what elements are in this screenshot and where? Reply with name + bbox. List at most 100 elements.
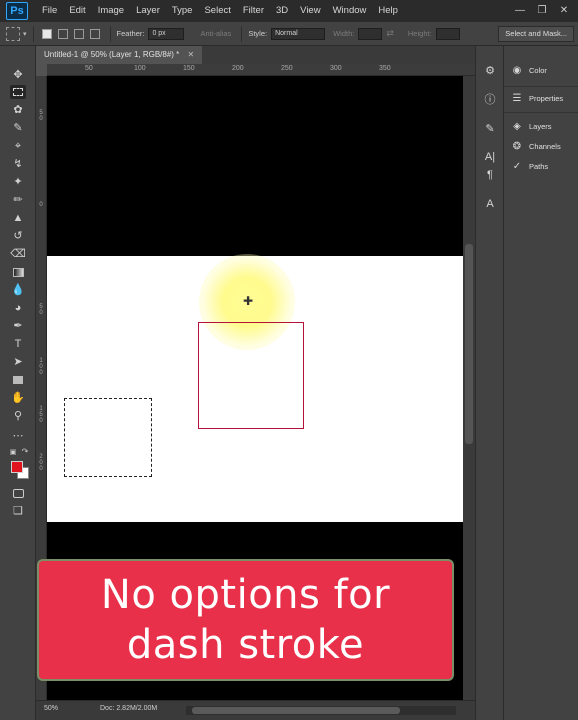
blur-tool-icon[interactable]: 💧 [10,283,26,297]
tools-panel: ✥ ✿ ✎ ⌖ ↯ ✦ ✏ ▲ ↺ ⌫ 💧 ◕ ✒ T ➤ ✋ ⚲ ⋯ ▣ ↷ … [0,46,36,720]
properties-panel-tab[interactable]: ☰ Properties [510,90,564,106]
quick-mask-icon[interactable] [10,486,26,500]
brush-presets-icon[interactable]: ✎ [482,120,498,136]
new-selection-icon[interactable] [41,28,52,39]
height-input[interactable] [435,27,460,40]
horizontal-scrollbar[interactable] [186,706,456,715]
channels-panel-tab[interactable]: ❂ Channels [510,138,561,154]
menu-file[interactable]: File [36,0,63,22]
paths-panel-label: Paths [529,161,549,171]
marquee-preset-icon[interactable] [6,26,20,41]
quick-selection-icon[interactable]: ✎ [10,121,26,135]
zoom-level-field[interactable]: 50% [44,705,58,712]
history-panel-icon[interactable]: ⚙ [482,62,498,78]
document-tab[interactable]: Untitled-1 @ 50% (Layer 1, RGB/8#) * ✕ [36,46,203,64]
feather-input[interactable]: 0 px [148,27,185,40]
layers-panel-label: Layers [529,121,552,131]
close-tab-icon[interactable]: ✕ [188,50,195,59]
menu-bar: Ps File Edit Image Layer Type Select Fil… [0,0,578,22]
minimize-icon[interactable]: — [512,3,528,17]
color-panel-label: Color [529,65,547,75]
caption-line-1: No options for [100,572,391,618]
add-selection-icon[interactable] [57,28,68,39]
divider [241,25,243,42]
move-tool-icon[interactable]: ✥ [10,68,26,82]
ruler-label: 50 [85,65,93,72]
divider [504,112,578,113]
screen-mode-icon[interactable]: ❏ [10,504,26,518]
brush-tool-icon[interactable]: ✏ [10,193,26,207]
eyedropper-icon[interactable]: ↯ [10,157,26,171]
menu-select[interactable]: Select [198,0,236,22]
red-stroked-rectangle [198,322,304,429]
ruler-label: 150 [183,65,195,72]
type-tool-icon[interactable]: T [10,337,26,351]
crop-tool-icon[interactable]: ⌖ [10,139,26,153]
panels-column: ◉ Color ☰ Properties ◈ Layers ❂ Channels… [503,46,578,720]
menu-image[interactable]: Image [92,0,130,22]
zoom-tool-icon[interactable]: ⚲ [10,409,26,423]
options-bar: ▾ Feather: 0 px Anti-alias Style: Normal… [0,22,578,46]
layers-panel-tab[interactable]: ◈ Layers [510,118,552,134]
ruler-label: 0 [39,202,43,208]
intersect-selection-icon[interactable] [89,28,100,39]
paragraph-panel-icon[interactable]: ¶ [482,167,498,183]
info-panel-icon[interactable]: ⓘ [482,91,498,107]
restore-icon[interactable]: ❐ [534,3,550,17]
document-size-info[interactable]: Doc: 2.82M/2.00M [100,705,157,712]
divider [32,25,34,42]
rectangle-tool-icon[interactable] [10,373,26,387]
menu-type[interactable]: Type [166,0,199,22]
stamp-tool-icon[interactable]: ▲ [10,211,26,225]
menu-view[interactable]: View [294,0,326,22]
select-and-mask-button[interactable]: Select and Mask... [498,26,574,42]
divider [504,86,578,87]
default-colors-icon[interactable]: ▣ [8,445,18,459]
style-select[interactable]: Normal [271,27,326,40]
crosshair-cursor-icon: ✚ [242,294,254,308]
vertical-scrollbar[interactable] [463,76,475,700]
history-brush-icon[interactable]: ↺ [10,229,26,243]
rectangular-marquee-icon[interactable] [10,85,26,99]
path-selection-icon[interactable]: ➤ [10,355,26,369]
eraser-tool-icon[interactable]: ⌫ [10,247,26,261]
paths-panel-tab[interactable]: ✓ Paths [510,158,548,174]
properties-panel-label: Properties [529,93,564,103]
glyphs-panel-icon[interactable]: A [482,196,498,212]
foreground-color-swatch[interactable] [11,461,23,473]
hand-tool-icon[interactable]: ✋ [10,391,26,405]
menu-help[interactable]: Help [372,0,404,22]
ruler-label: 150 [39,406,43,424]
menu-filter[interactable]: Filter [237,0,270,22]
gradient-tool-icon[interactable] [10,265,26,279]
photoshop-logo: Ps [6,2,28,20]
vertical-scroll-thumb[interactable] [465,244,473,444]
ruler-label: 200 [232,65,244,72]
menu-layer[interactable]: Layer [130,0,166,22]
swap-icon[interactable]: ⇄ [386,28,394,39]
ruler-label: 200 [39,454,43,472]
character-panel-icon[interactable]: A| [482,149,498,165]
more-tools-icon[interactable]: ⋯ [10,429,26,443]
healing-brush-icon[interactable]: ✦ [10,175,26,189]
pen-tool-icon[interactable]: ✒ [10,319,26,333]
divider [109,25,111,42]
dodge-tool-icon[interactable]: ◕ [10,301,26,315]
caption-banner: No options for dash stroke [37,559,454,681]
antialias-checkbox[interactable]: Anti-alias [200,29,231,38]
horizontal-scroll-thumb[interactable] [192,707,400,714]
menu-window[interactable]: Window [327,0,373,22]
menu-3d[interactable]: 3D [270,0,294,22]
menu-edit[interactable]: Edit [63,0,91,22]
swap-colors-icon[interactable]: ↷ [20,445,30,459]
window-controls: — ❐ ✕ [512,3,572,17]
ruler-label: 250 [281,65,293,72]
close-icon[interactable]: ✕ [556,3,572,17]
color-panel-tab[interactable]: ◉ Color [510,62,547,78]
width-input[interactable] [358,27,383,40]
subtract-selection-icon[interactable] [73,28,84,39]
chevron-down-icon[interactable]: ▾ [23,30,27,38]
lasso-tool-icon[interactable]: ✿ [10,103,26,117]
document-title: Untitled-1 @ 50% (Layer 1, RGB/8#) * [44,50,180,59]
paths-icon: ✓ [512,160,522,172]
